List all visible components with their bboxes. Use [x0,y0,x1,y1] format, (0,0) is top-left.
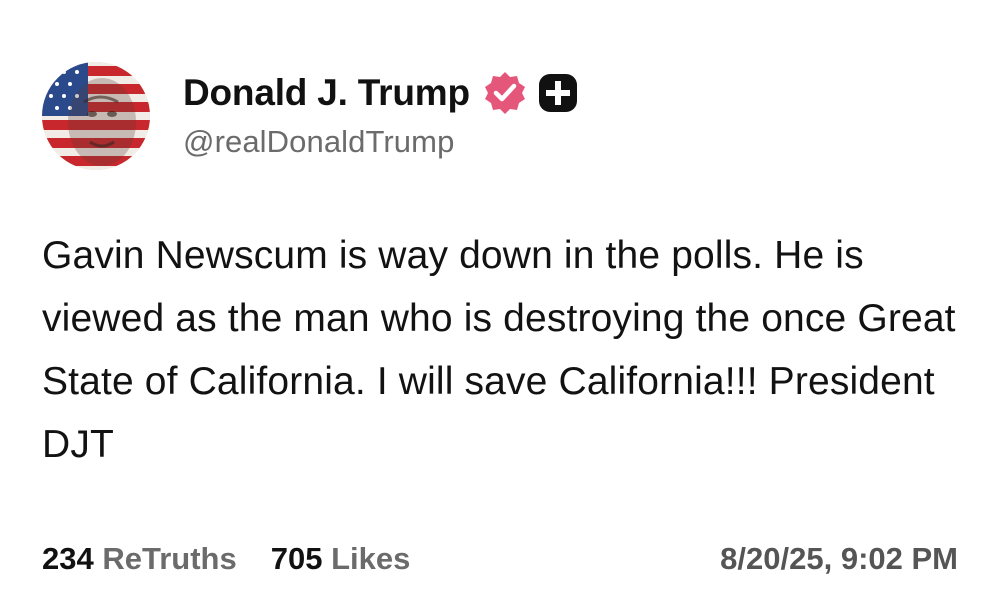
stats-row: 234 ReTruths 705 Likes 8/20/25, 9:02 PM [42,537,958,581]
post-card: Donald J. Trump @realDonaldTrump Gavin N… [0,0,1000,611]
post-text: Gavin Newscum is way down in the polls. … [42,234,956,466]
retruths-label: ReTruths [102,541,237,576]
verified-badge-icon [482,70,528,116]
likes-label: Likes [331,541,411,576]
post-timestamp[interactable]: 8/20/25, 9:02 PM [720,541,958,577]
user-handle[interactable]: @realDonaldTrump [183,124,580,160]
retruths-stat[interactable]: 234 ReTruths [42,541,237,577]
avatar[interactable] [42,62,150,170]
retruths-count: 234 [42,541,94,576]
display-name[interactable]: Donald J. Trump [183,72,470,114]
author-block: Donald J. Trump @realDonaldTrump [183,66,580,160]
plus-icon [536,71,580,115]
name-row: Donald J. Trump [183,66,580,120]
likes-stat[interactable]: 705 Likes [271,541,411,577]
likes-count: 705 [270,541,323,576]
